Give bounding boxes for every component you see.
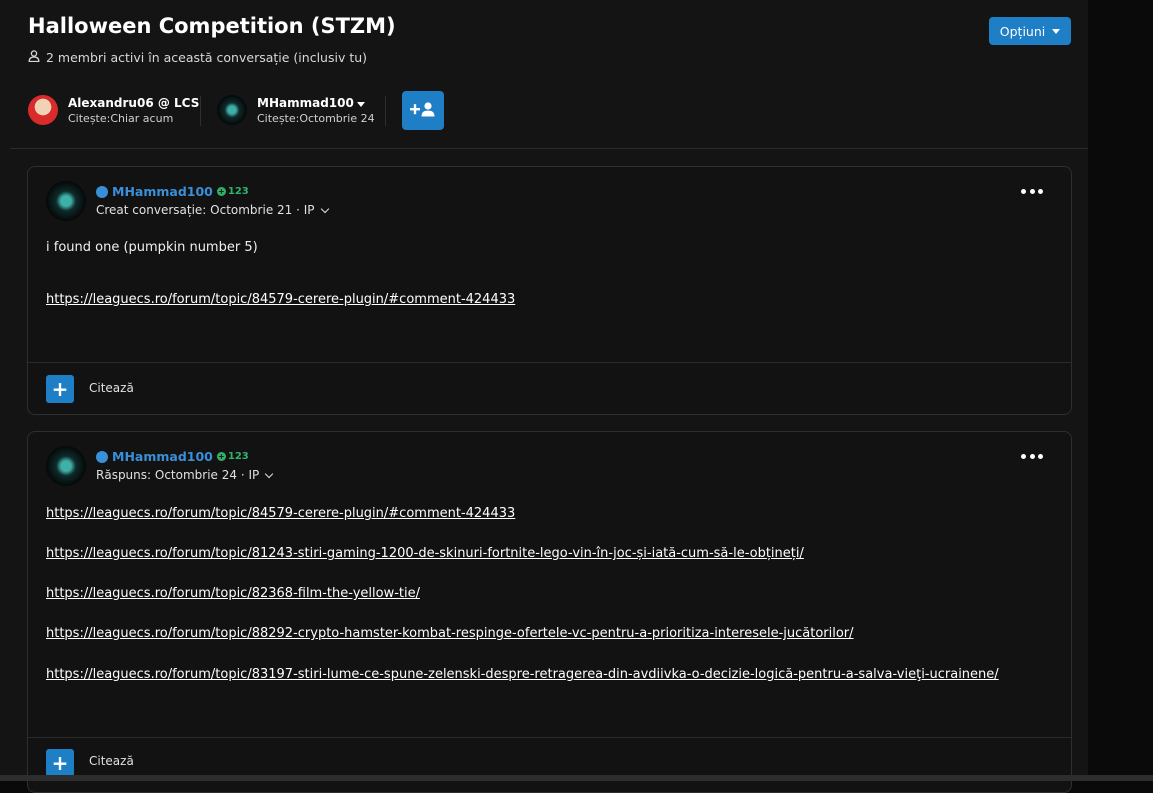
avatar [28, 95, 58, 125]
reputation-plus-icon: + [216, 187, 226, 196]
reputation-badge: + 123 [216, 451, 249, 462]
post-link[interactable]: https://leaguecs.ro/forum/topic/84579-ce… [46, 506, 515, 521]
participant-name: MHammad100 [257, 96, 375, 110]
active-members-line: 2 membri activi în această conversație (… [28, 50, 367, 65]
chevron-down-icon [320, 204, 329, 213]
horizontal-scrollbar[interactable] [0, 775, 1153, 781]
participant-status: Citește:Chiar acum [68, 111, 174, 125]
chevron-down-icon [264, 469, 274, 478]
post-meta[interactable]: Creat conversație: Octombrie 21 · IP [96, 203, 329, 217]
plus-icon[interactable]: + [46, 375, 74, 403]
steam-icon [96, 450, 108, 463]
author-name[interactable]: MHammad100 [112, 184, 213, 199]
author-line: MHammad100 + 123 [96, 184, 249, 199]
options-button[interactable]: Opțiuni [989, 17, 1071, 45]
participant-name: Alexandru06 @ LCS [68, 95, 200, 110]
post-link[interactable]: https://leaguecs.ro/forum/topic/81243-st… [46, 546, 804, 561]
user-icon [28, 50, 40, 65]
post-2: MHammad100 + 123 Răspuns: Octombrie 24 ·… [27, 431, 1072, 793]
divider [200, 96, 201, 126]
conversation-panel: Halloween Competition (STZM) 2 membri ac… [0, 0, 1088, 793]
participant-alexandru[interactable]: Alexandru06 @ LCS Citește:Chiar acum [28, 95, 199, 125]
post-text: i found one (pumpkin number 5) [46, 240, 258, 255]
quote-button[interactable]: Citează [89, 754, 134, 768]
options-label: Opțiuni [999, 23, 1046, 39]
avatar[interactable] [46, 181, 86, 221]
steam-icon [96, 185, 108, 198]
reputation-plus-icon: + [216, 452, 226, 461]
more-options-icon[interactable] [1021, 185, 1043, 197]
page-title: Halloween Competition (STZM) [28, 14, 396, 38]
divider [385, 96, 386, 126]
post-1: MHammad100 + 123 Creat conversație: Octo… [27, 166, 1072, 415]
author-line: MHammad100 + 123 [96, 449, 249, 464]
page-gutter [1088, 0, 1153, 781]
post-link[interactable]: https://leaguecs.ro/forum/topic/88292-cr… [46, 626, 854, 641]
add-participant-button[interactable] [402, 91, 444, 130]
caret-down-icon [356, 101, 365, 107]
add-user-icon [410, 101, 436, 121]
post-footer-divider [28, 362, 1071, 363]
post-footer-divider [28, 737, 1071, 738]
post-link[interactable]: https://leaguecs.ro/forum/topic/83197-st… [46, 667, 999, 682]
post-meta[interactable]: Răspuns: Octombrie 24 · IP [96, 468, 274, 482]
active-members-text: 2 membri activi în această conversație (… [46, 50, 368, 65]
header-divider [10, 148, 1088, 149]
more-options-icon[interactable] [1021, 450, 1043, 462]
plus-icon[interactable]: + [46, 749, 74, 777]
reputation-badge: + 123 [216, 186, 249, 197]
post-link[interactable]: https://leaguecs.ro/forum/topic/82368-fi… [46, 586, 420, 601]
quote-button[interactable]: Citează [89, 381, 134, 395]
avatar[interactable] [46, 446, 86, 486]
avatar [217, 95, 247, 125]
post-link[interactable]: https://leaguecs.ro/forum/topic/84579-ce… [46, 292, 515, 307]
author-name[interactable]: MHammad100 [112, 449, 213, 464]
caret-down-icon [1052, 28, 1061, 34]
participant-status: Citește:Octombrie 24 [257, 111, 375, 125]
participant-mhammad[interactable]: MHammad100 Citește:Octombrie 24 [217, 95, 375, 125]
